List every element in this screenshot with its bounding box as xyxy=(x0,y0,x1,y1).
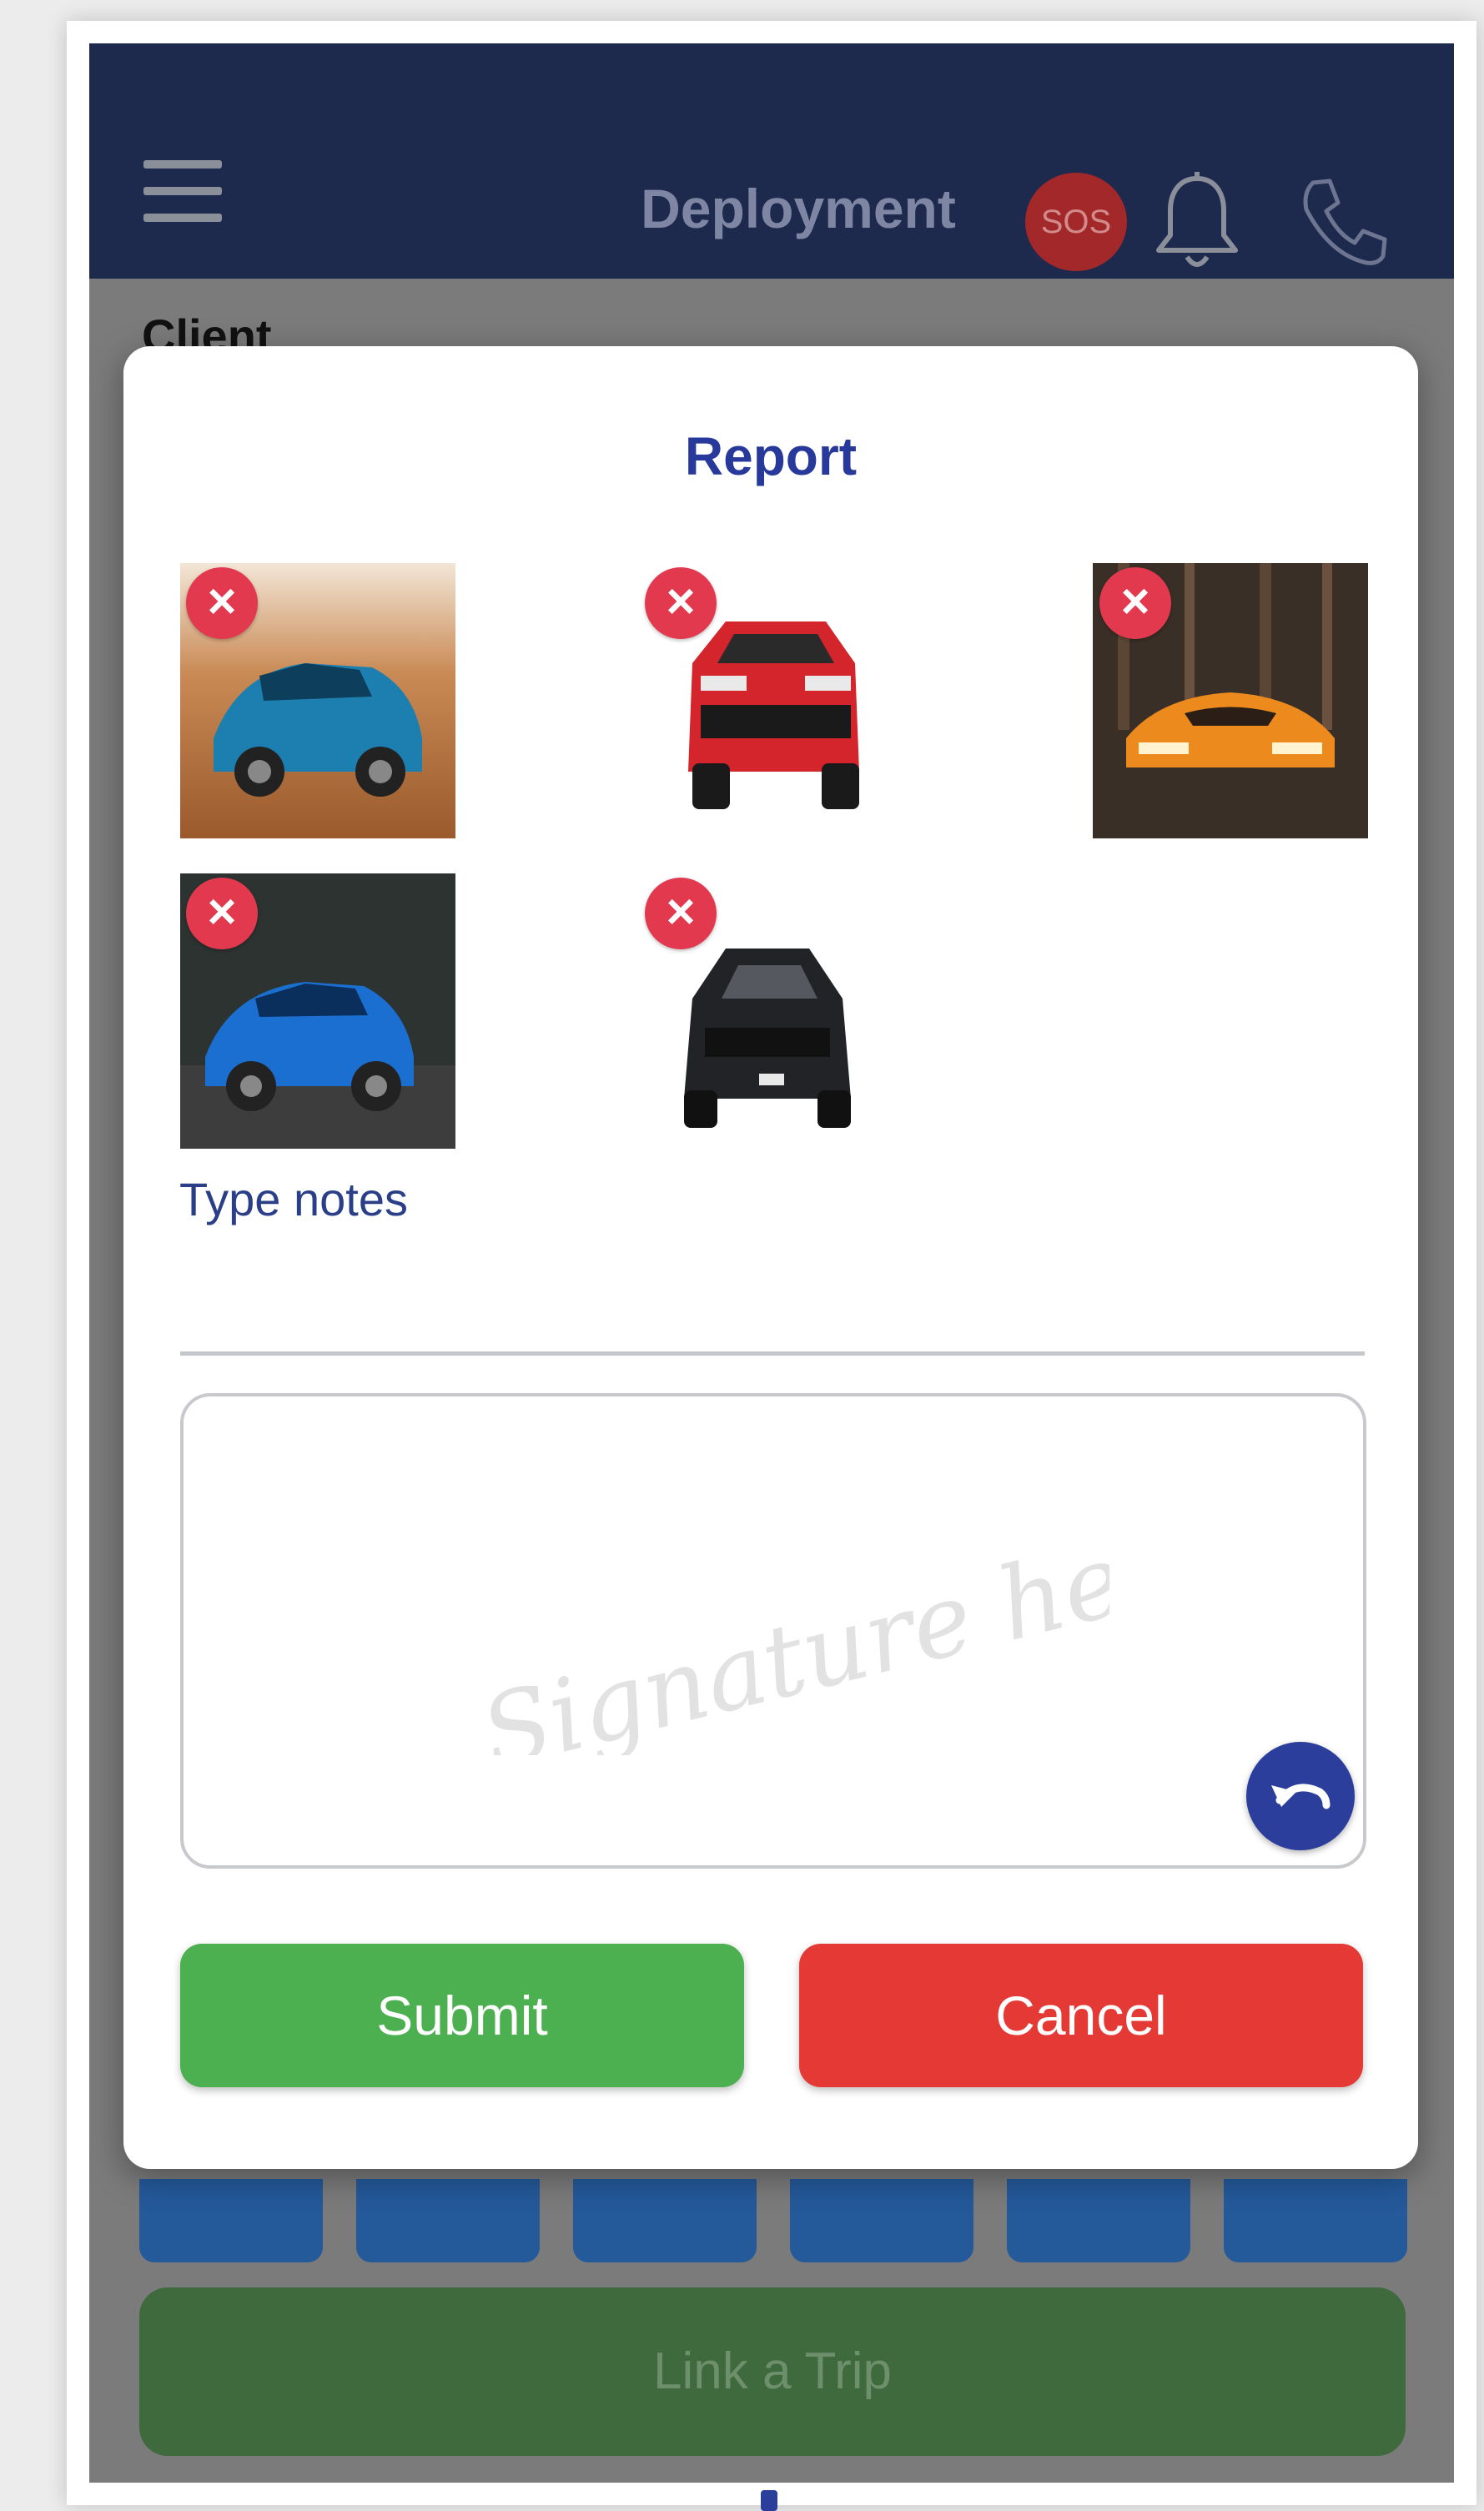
bell-icon[interactable] xyxy=(1150,170,1244,275)
notes-input[interactable]: Type notes xyxy=(179,1172,408,1226)
action-button[interactable] xyxy=(139,2179,323,2262)
remove-photo-close-icon[interactable]: × xyxy=(186,878,258,949)
action-button[interactable] xyxy=(573,2179,757,2262)
home-indicator xyxy=(761,2490,777,2511)
remove-photo-close-icon[interactable]: × xyxy=(186,567,258,639)
report-modal: Report × × × × × Type notes Signature he… xyxy=(123,346,1418,2169)
action-button[interactable] xyxy=(1224,2179,1407,2262)
submit-button[interactable]: Submit xyxy=(180,1944,744,2087)
app-header: Deployment SOS xyxy=(89,43,1454,279)
cancel-button[interactable]: Cancel xyxy=(799,1944,1363,2087)
signature-placeholder: Signature here xyxy=(470,1505,1109,1755)
link-trip-button[interactable]: Link a Trip xyxy=(139,2287,1406,2456)
action-button[interactable] xyxy=(356,2179,540,2262)
action-button[interactable] xyxy=(790,2179,973,2262)
notes-underline xyxy=(180,1351,1365,1356)
remove-photo-close-icon[interactable]: × xyxy=(645,567,717,639)
modal-title: Report xyxy=(684,426,858,486)
remove-photo-close-icon[interactable]: × xyxy=(645,878,717,949)
signature-placeholder-text: Signature here xyxy=(470,1505,1109,1755)
page-title: Deployment xyxy=(641,178,956,239)
phone-icon[interactable] xyxy=(1295,173,1393,271)
remove-photo-close-icon[interactable]: × xyxy=(1099,567,1171,639)
undo-icon[interactable] xyxy=(1246,1742,1355,1850)
hamburger-menu-icon[interactable] xyxy=(143,160,222,225)
signature-pad[interactable]: Signature here xyxy=(180,1393,1366,1869)
action-button[interactable] xyxy=(1007,2179,1190,2262)
sos-button[interactable]: SOS xyxy=(1025,173,1127,271)
action-icon-row xyxy=(139,2179,1407,2262)
